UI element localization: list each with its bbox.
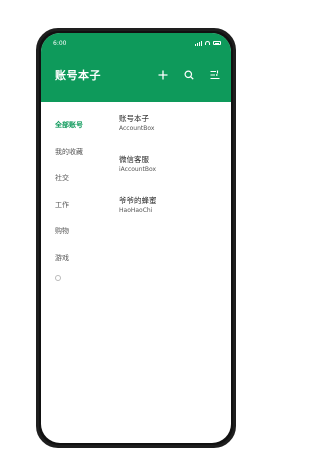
sidebar-item-work[interactable]: 工作 bbox=[41, 192, 97, 219]
account-name: 爷爷的蜂蜜 bbox=[119, 196, 157, 205]
account-username: iAccountBox bbox=[119, 166, 157, 173]
toolbar-actions bbox=[157, 69, 221, 81]
phone-frame: 6:00 账号本子 全部账号 我的收藏 社交 工作 购物 游戏 账号本子 Acc… bbox=[36, 28, 236, 448]
search-icon bbox=[184, 70, 194, 80]
account-item[interactable]: 账号本子 AccountBox bbox=[119, 114, 231, 155]
battery-icon bbox=[213, 41, 221, 45]
app-bar: 6:00 账号本子 bbox=[41, 33, 231, 102]
search-button[interactable] bbox=[183, 69, 195, 81]
account-username: AccountBox bbox=[119, 125, 155, 132]
account-item[interactable]: 爷爷的蜂蜜 HaoHaoChi bbox=[119, 196, 231, 237]
app-screen: 6:00 账号本子 全部账号 我的收藏 社交 工作 购物 游戏 账号本子 Acc… bbox=[41, 33, 231, 443]
content-area: 全部账号 我的收藏 社交 工作 购物 游戏 账号本子 AccountBox 微信… bbox=[41, 102, 231, 443]
app-title: 账号本子 bbox=[55, 68, 101, 82]
account-name: 微信客服 bbox=[119, 155, 149, 164]
wifi-icon bbox=[205, 41, 210, 45]
circle-icon bbox=[55, 275, 61, 281]
sidebar-item-shopping[interactable]: 购物 bbox=[41, 218, 97, 245]
account-name: 账号本子 bbox=[119, 114, 149, 123]
account-username: HaoHaoChi bbox=[119, 207, 153, 214]
add-button[interactable] bbox=[157, 69, 169, 81]
sidebar-item-games[interactable]: 游戏 bbox=[41, 245, 97, 272]
sidebar-item-all-accounts[interactable]: 全部账号 bbox=[41, 112, 97, 139]
account-item[interactable]: 微信客服 iAccountBox bbox=[119, 155, 231, 196]
account-list: 账号本子 AccountBox 微信客服 iAccountBox 爷爷的蜂蜜 H… bbox=[97, 102, 231, 443]
status-time: 6:00 bbox=[53, 39, 67, 47]
signal-icon bbox=[195, 40, 202, 46]
sidebar-item-favorites[interactable]: 我的收藏 bbox=[41, 139, 97, 166]
toolbar: 账号本子 bbox=[41, 53, 231, 102]
filter-button[interactable] bbox=[209, 69, 221, 81]
sidebar-item-social[interactable]: 社交 bbox=[41, 165, 97, 192]
add-category-button[interactable] bbox=[41, 275, 97, 281]
category-sidebar: 全部账号 我的收藏 社交 工作 购物 游戏 bbox=[41, 102, 97, 443]
status-icons bbox=[195, 40, 221, 46]
filter-list-icon bbox=[210, 70, 220, 79]
add-icon bbox=[158, 70, 168, 79]
status-bar: 6:00 bbox=[41, 33, 231, 53]
